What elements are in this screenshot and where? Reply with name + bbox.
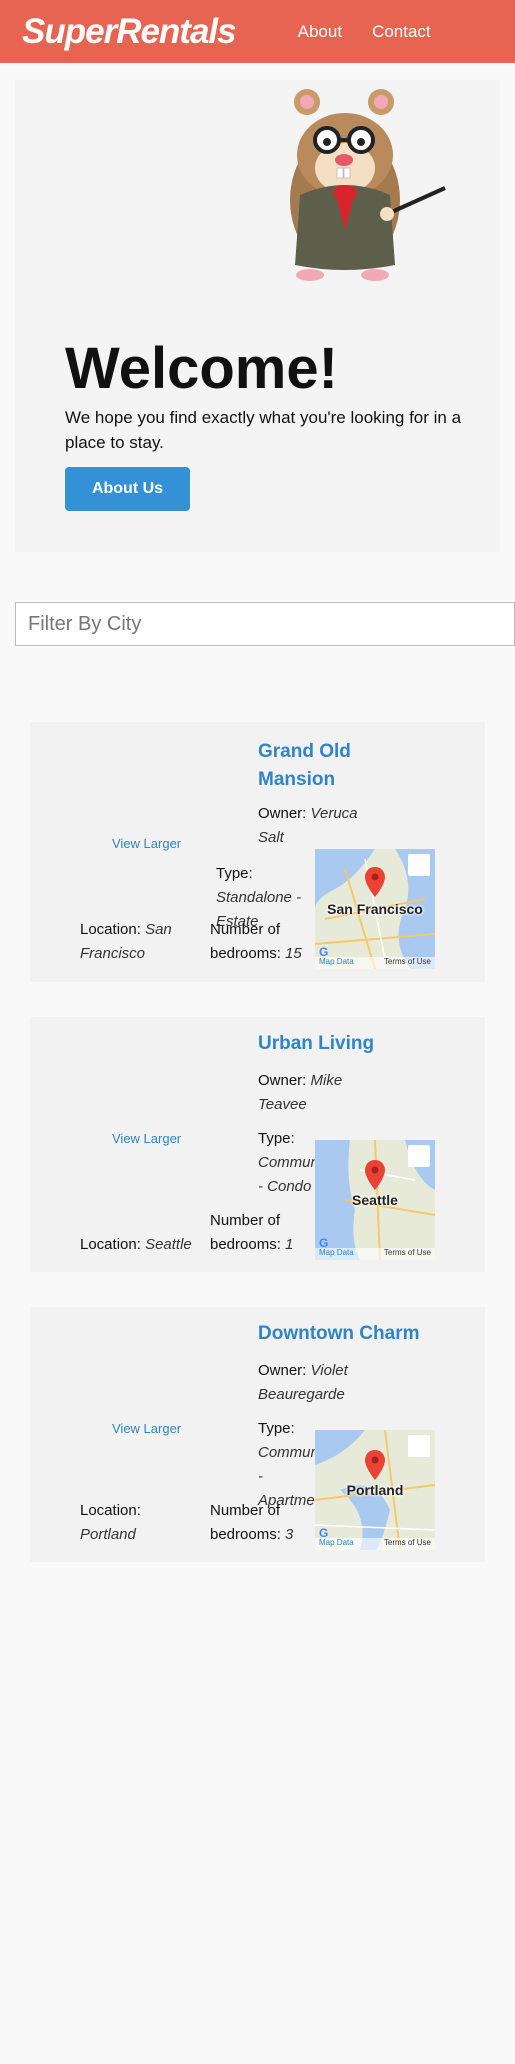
brand-logo[interactable]: SuperRentals xyxy=(22,12,237,52)
map-city-label: Seattle xyxy=(352,1192,398,1208)
fullscreen-icon[interactable] xyxy=(408,1145,430,1167)
nav-links: About Contact xyxy=(298,22,431,42)
jumbotron: Welcome! We hope you find exactly what y… xyxy=(15,80,500,552)
owner-label: Owner: xyxy=(258,805,307,822)
map-terms-link[interactable]: Terms of Use xyxy=(384,957,431,969)
location-value: Seattle xyxy=(145,1236,192,1253)
listing-bedrooms: Number of bedrooms: 15 xyxy=(210,918,315,966)
location-value: Portland xyxy=(80,1526,136,1543)
location-label: Location: xyxy=(80,1236,141,1253)
listing-title[interactable]: Urban Living xyxy=(258,1030,418,1058)
owner-label: Owner: xyxy=(258,1362,307,1379)
map-pin-icon xyxy=(365,1160,385,1190)
listing-location: Location: Portland xyxy=(80,1499,190,1547)
bedrooms-label: Number of bedrooms: xyxy=(210,921,281,962)
map-footer: Map Data Terms of Use xyxy=(315,1248,435,1260)
type-label: Type: xyxy=(258,1420,295,1437)
listing-location: Location: Seattle xyxy=(80,1233,200,1257)
bedrooms-label: Number of bedrooms: xyxy=(210,1212,281,1253)
map-pin-icon xyxy=(365,1450,385,1480)
bedrooms-label: Number of bedrooms: xyxy=(210,1502,281,1543)
map-footer: Map Data Terms of Use xyxy=(315,1538,435,1550)
tomster-mascot-icon xyxy=(290,89,446,281)
listing-bedrooms: Number of bedrooms: 1 xyxy=(210,1209,315,1257)
location-label: Location: xyxy=(80,921,141,938)
map-terms-link[interactable]: Terms of Use xyxy=(384,1248,431,1260)
type-label: Type: xyxy=(216,865,253,882)
bedrooms-value: 3 xyxy=(285,1526,294,1543)
map-data-link[interactable]: Map Data xyxy=(319,1248,354,1260)
listing-owner: Owner: Mike Teavee xyxy=(258,1069,358,1117)
map-thumbnail[interactable]: Portland G Map Data Terms of Use xyxy=(315,1430,435,1550)
map-city-label: Portland xyxy=(346,1482,404,1498)
map-data-link[interactable]: Map Data xyxy=(319,957,354,969)
map-thumbnail[interactable]: San Francisco G Map Data Terms of Use xyxy=(315,849,435,969)
type-label: Type: xyxy=(258,1130,295,1147)
filter-by-city-input[interactable] xyxy=(15,602,515,646)
rental-listing: Grand Old Mansion Owner: Veruca Salt Vie… xyxy=(30,722,485,982)
bedrooms-value: 15 xyxy=(285,945,302,962)
nav-link-contact[interactable]: Contact xyxy=(372,22,431,42)
listing-location: Location: San Francisco xyxy=(80,918,190,966)
view-larger-link[interactable]: View Larger xyxy=(112,1131,181,1146)
fullscreen-icon[interactable] xyxy=(408,1435,430,1457)
owner-label: Owner: xyxy=(258,1072,307,1089)
rental-listing: Urban Living Owner: Mike Teavee View Lar… xyxy=(30,1017,485,1272)
map-city-label: San Francisco xyxy=(327,901,423,917)
navbar: SuperRentals About Contact xyxy=(0,0,515,63)
listing-owner: Owner: Veruca Salt xyxy=(258,802,373,850)
listing-bedrooms: Number of bedrooms: 3 xyxy=(210,1499,315,1547)
location-label: Location: xyxy=(80,1502,141,1519)
welcome-heading: Welcome! xyxy=(65,336,338,401)
about-us-button[interactable]: About Us xyxy=(65,467,190,511)
map-data-link[interactable]: Map Data xyxy=(319,1538,354,1550)
map-footer: Map Data Terms of Use xyxy=(315,957,435,969)
bedrooms-value: 1 xyxy=(285,1236,294,1253)
listing-type: Type: Community - Condo xyxy=(258,1127,334,1199)
map-terms-link[interactable]: Terms of Use xyxy=(384,1538,431,1550)
rental-listing: Downtown Charm Owner: Violet Beauregarde… xyxy=(30,1307,485,1562)
map-thumbnail[interactable]: Seattle G Map Data Terms of Use xyxy=(315,1140,435,1260)
listing-title[interactable]: Grand Old Mansion xyxy=(258,738,418,794)
view-larger-link[interactable]: View Larger xyxy=(112,1421,181,1436)
listing-title[interactable]: Downtown Charm xyxy=(258,1320,458,1348)
fullscreen-icon[interactable] xyxy=(408,854,430,876)
map-pin-icon xyxy=(365,867,385,897)
listing-owner: Owner: Violet Beauregarde xyxy=(258,1359,363,1407)
view-larger-link[interactable]: View Larger xyxy=(112,836,181,851)
welcome-lead: We hope you find exactly what you're loo… xyxy=(65,408,462,452)
nav-link-about[interactable]: About xyxy=(298,22,342,42)
